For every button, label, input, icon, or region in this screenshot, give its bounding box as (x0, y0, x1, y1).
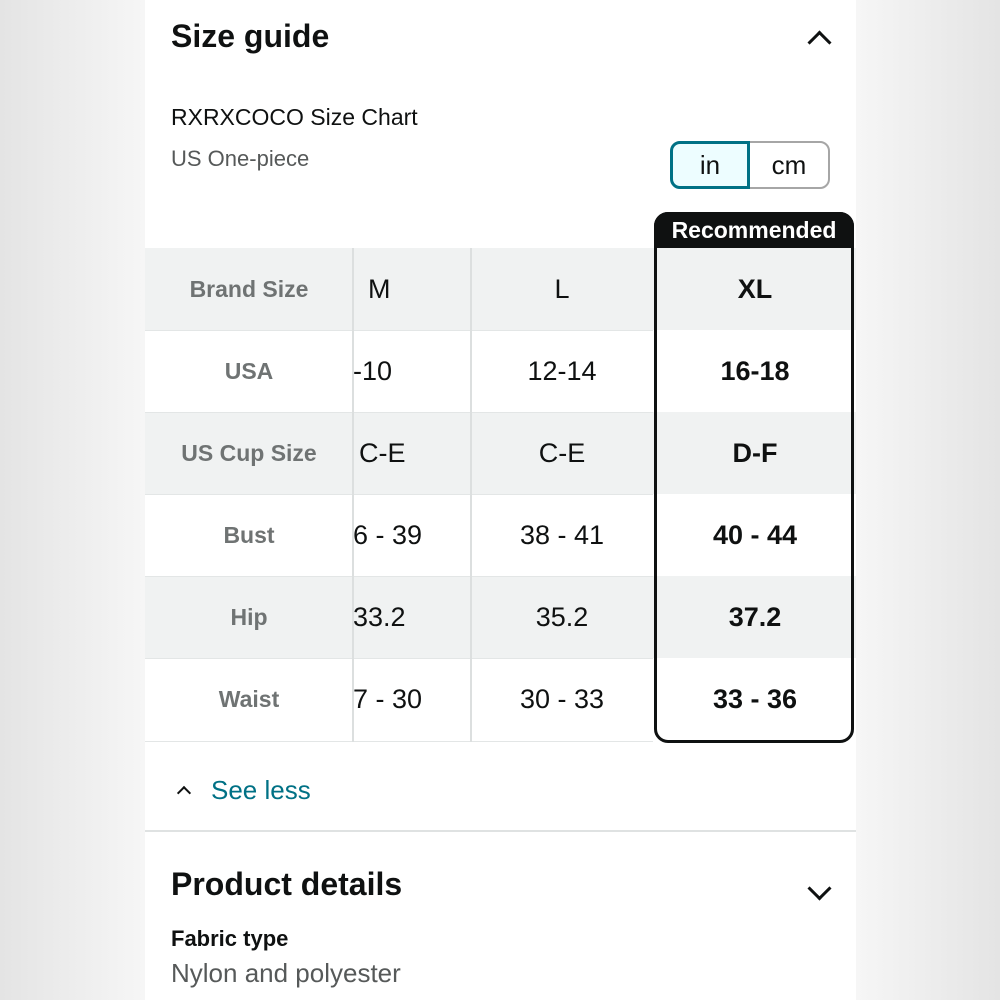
cell-text: 36 - 39 (353, 519, 423, 550)
content-panel: Size guide RXRXCOCO Size Chart US One-pi… (145, 0, 856, 1000)
size-m-cell: 36 - 39 (353, 494, 470, 576)
row-label: Waist (218, 685, 280, 712)
see-less-link[interactable]: See less (171, 772, 311, 808)
size-m-cell: 27 - 30 (353, 658, 470, 740)
cell-text: 27 - 30 (353, 683, 423, 714)
size-l-cell: 35.2 (535, 601, 589, 632)
size-m-cell: 8-10 (353, 330, 470, 412)
page-background-left (0, 0, 145, 1000)
size-m-cell: M (353, 248, 470, 330)
unit-toggle: in cm (670, 141, 830, 189)
size-m-cell: C-E (353, 412, 470, 494)
row-label: Bust (223, 521, 275, 548)
size-l-cell: 12-14 (527, 355, 597, 386)
fabric-type-value: Nylon and polyester (171, 958, 401, 988)
row-label: Hip (230, 603, 268, 630)
cell-text: 33.2 (353, 601, 406, 632)
size-l-cell: 30 - 33 (519, 683, 605, 714)
page-background-right (856, 0, 1000, 1000)
unit-cm-button[interactable]: cm (748, 141, 830, 189)
row-label: USA (224, 357, 274, 384)
recommended-column-outline (654, 212, 854, 743)
chevron-down-icon[interactable] (807, 876, 832, 901)
size-l-cell: C-E (538, 437, 586, 468)
size-chart-name: RXRXCOCO Size Chart (171, 104, 418, 130)
size-l-cell: 38 - 41 (519, 519, 605, 550)
product-details-title: Product details (171, 866, 403, 902)
size-chart-subtitle: US One-piece (171, 146, 310, 171)
chevron-up-icon[interactable] (807, 30, 832, 55)
chevron-up-icon (176, 785, 192, 801)
row-label: US Cup Size (181, 439, 317, 466)
size-m-cell: 33.2 (353, 576, 470, 658)
cell-text: M (368, 273, 391, 304)
row-divider (145, 741, 653, 742)
row-label: Brand Size (189, 275, 309, 302)
size-guide-title: Size guide (171, 18, 330, 54)
see-less-label: See less (211, 774, 311, 805)
cell-text: C-E (359, 437, 406, 468)
size-l-cell: L (554, 273, 570, 304)
recommended-badge: Recommended (654, 212, 854, 248)
unit-in-button[interactable]: in (670, 141, 750, 189)
section-divider (145, 830, 856, 832)
fabric-type-label: Fabric type (171, 926, 289, 951)
cell-text: 8-10 (353, 355, 393, 386)
